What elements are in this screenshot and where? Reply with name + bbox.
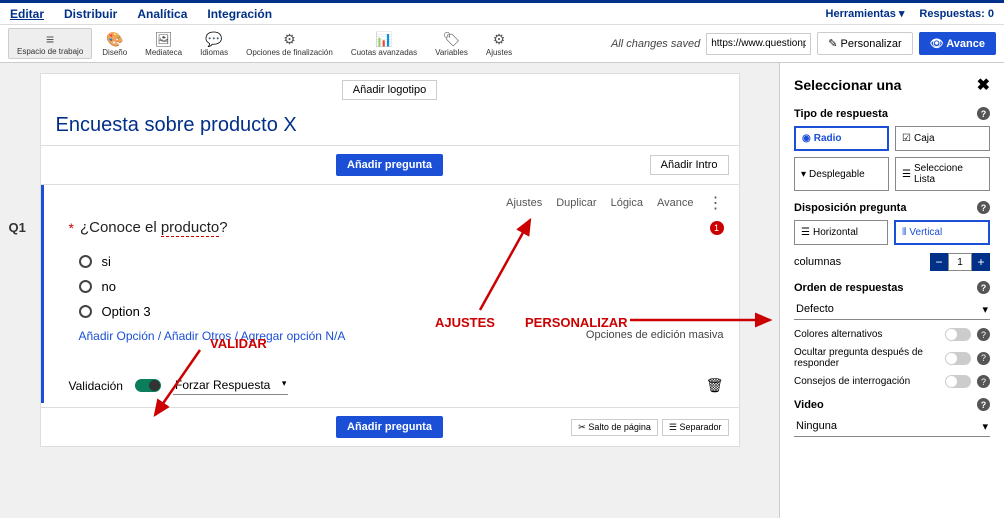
close-icon[interactable]: ✖	[977, 75, 990, 95]
tab-editar[interactable]: Editar	[10, 5, 44, 23]
add-na-link[interactable]: Agregar opción N/A	[241, 329, 346, 343]
q-action-logic[interactable]: Lógica	[611, 197, 643, 209]
increment-button[interactable]: +	[972, 253, 990, 271]
type-list[interactable]: ☰Seleccione Lista	[895, 157, 990, 191]
layout-vertical[interactable]: ⦀Vertical	[894, 220, 990, 245]
add-intro-button[interactable]: Añadir Intro	[650, 155, 729, 175]
save-status: All changes saved	[611, 38, 700, 50]
add-question-button[interactable]: Añadir pregunta	[336, 154, 443, 176]
settings-sidebar: Seleccionar una ✖ Tipo de respuesta? ◉Ra…	[779, 63, 1004, 518]
help-icon[interactable]: ?	[977, 107, 990, 120]
hide-after-label: Ocultar pregunta después de responder	[794, 347, 945, 369]
palette-icon: 🎨	[106, 31, 123, 48]
page-break-button[interactable]: ✂ Salto de página	[571, 419, 658, 436]
add-option-link[interactable]: Añadir Opción	[79, 329, 155, 343]
add-logo-button[interactable]: Añadir logotipo	[342, 80, 437, 100]
response-type-label: Tipo de respuesta	[794, 108, 888, 120]
question-block: Q1 Ajustes Duplicar Lógica Avance ⋮ * ¿C…	[41, 185, 739, 403]
toolbar: ≡Espacio de trabajo 🎨Diseño 🖼Mediateca 💬…	[0, 25, 1004, 63]
tool-workspace[interactable]: ≡Espacio de trabajo	[8, 28, 92, 59]
main-nav: Editar Distribuir Analítica Integración …	[0, 3, 1004, 25]
gear-icon: ⚙	[493, 31, 506, 48]
mass-edit-link[interactable]: Opciones de edición masiva	[586, 329, 724, 341]
columns-label: columnas	[794, 256, 841, 268]
video-dropdown[interactable]: Ninguna▾	[794, 417, 990, 437]
help-icon[interactable]: ?	[977, 328, 990, 341]
personalize-button[interactable]: ✎ Personalizar	[817, 32, 912, 55]
trash-icon[interactable]: 🗑	[706, 377, 724, 394]
error-badge[interactable]: 1	[710, 221, 724, 235]
tool-media[interactable]: 🖼Mediateca	[137, 29, 190, 59]
radio-icon	[79, 305, 92, 318]
radio-icon	[79, 255, 92, 268]
columns-stepper[interactable]: − +	[930, 253, 990, 271]
tips-toggle[interactable]	[945, 375, 971, 388]
question-number: Q1	[9, 220, 26, 235]
separator-button[interactable]: ☰ Separador	[662, 419, 729, 436]
tool-design[interactable]: 🎨Diseño	[94, 29, 135, 59]
tab-analitica[interactable]: Analítica	[137, 5, 187, 23]
tool-variables[interactable]: 🏷Variables	[427, 29, 476, 59]
workspace-icon: ≡	[46, 31, 54, 47]
help-icon[interactable]: ?	[977, 201, 990, 214]
chat-icon: 💬	[205, 31, 222, 48]
tool-settings[interactable]: ⚙Ajustes	[478, 29, 520, 59]
tab-distribuir[interactable]: Distribuir	[64, 5, 117, 23]
workspace: Añadir logotipo Encuesta sobre producto …	[0, 63, 779, 518]
tool-completion[interactable]: ⚙Opciones de finalización	[238, 29, 341, 59]
tool-languages[interactable]: 💬Idiomas	[192, 29, 236, 59]
add-others-link[interactable]: Añadir Otros	[164, 329, 231, 343]
layout-horizontal[interactable]: ☰Horizontal	[794, 220, 888, 245]
help-icon[interactable]: ?	[977, 281, 990, 294]
radio-icon	[79, 280, 92, 293]
advance-button[interactable]: 👁 Avance	[919, 32, 996, 55]
q-action-duplicate[interactable]: Duplicar	[556, 197, 596, 209]
sidebar-title: Seleccionar una	[794, 77, 901, 93]
validation-toggle[interactable]	[135, 379, 161, 392]
required-icon: *	[69, 220, 74, 236]
url-input[interactable]	[706, 33, 811, 55]
more-icon[interactable]: ⋮	[708, 193, 724, 213]
option-row[interactable]: Option 3	[79, 304, 724, 319]
order-label: Orden de respuestas	[794, 282, 903, 294]
tool-quotas[interactable]: 📊Cuotas avanzadas	[343, 29, 425, 59]
force-response-dropdown[interactable]: Forzar Respuesta	[173, 376, 288, 395]
layout-label: Disposición pregunta	[794, 202, 906, 214]
tools-menu[interactable]: Herramientas ▾	[826, 7, 905, 20]
help-icon[interactable]: ?	[977, 375, 990, 388]
question-text[interactable]: ¿Conoce el producto?	[80, 219, 228, 236]
decrement-button[interactable]: −	[930, 253, 948, 271]
q-action-advance[interactable]: Avance	[657, 197, 694, 209]
columns-input[interactable]	[948, 253, 972, 271]
chart-icon: 📊	[375, 31, 392, 48]
q-action-settings[interactable]: Ajustes	[506, 197, 542, 209]
alt-colors-label: Colores alternativos	[794, 329, 882, 340]
help-icon[interactable]: ?	[977, 352, 990, 365]
tab-integracion[interactable]: Integración	[207, 5, 272, 23]
option-row[interactable]: si	[79, 254, 724, 269]
tips-label: Consejos de interrogación	[794, 376, 910, 387]
type-dropdown[interactable]: ▾Desplegable	[794, 157, 889, 191]
video-label: Video	[794, 399, 824, 411]
tag-icon: 🏷	[443, 31, 461, 48]
hide-after-toggle[interactable]	[945, 352, 971, 365]
type-radio[interactable]: ◉Radio	[794, 126, 889, 151]
help-icon[interactable]: ?	[977, 398, 990, 411]
survey-title[interactable]: Encuesta sobre producto X	[41, 106, 739, 145]
type-checkbox[interactable]: ☑Caja	[895, 126, 990, 151]
option-row[interactable]: no	[79, 279, 724, 294]
order-dropdown[interactable]: Defecto▾	[794, 300, 990, 320]
validation-label: Validación	[69, 379, 123, 393]
responses-count: Respuestas: 0	[919, 8, 994, 20]
alt-colors-toggle[interactable]	[945, 328, 971, 341]
image-icon: 🖼	[155, 31, 173, 48]
gear-icon: ⚙	[283, 31, 296, 48]
add-question-button-2[interactable]: Añadir pregunta	[336, 416, 443, 438]
